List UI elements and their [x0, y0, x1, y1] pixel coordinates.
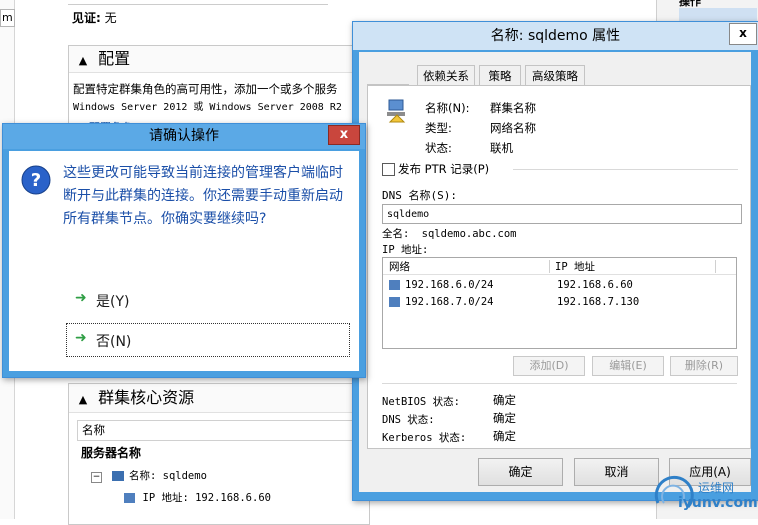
- fqdn-row: 全名: sqldemo.abc.com: [382, 226, 516, 241]
- tree-expand-icon[interactable]: −: [91, 472, 102, 483]
- row-network: 192.168.6.0/24: [405, 279, 494, 291]
- tree-item-name-text: 名称: sqldemo: [129, 470, 207, 482]
- watermark-brand-cn: 运维网: [698, 481, 735, 495]
- ip-resource-icon: [389, 297, 400, 307]
- confirm-dialog-body: ? 这些更改可能导致当前连接的管理客户端临时断开与此群集的连接。你还需要手动重新…: [9, 151, 359, 371]
- tab-policies[interactable]: 策略: [479, 65, 521, 86]
- configure-section: ▲ 配置 配置特定群集角色的高可用性，添加一个或多个服务 Windows Ser…: [68, 45, 370, 127]
- properties-dialog: 名称: sqldemo 属性 x 常规 依赖关系 策略 高级策略 名称(N): …: [352, 21, 758, 501]
- question-icon: ?: [21, 165, 51, 195]
- ok-button[interactable]: 确定: [478, 458, 563, 486]
- network-name-resource-icon: [386, 98, 408, 124]
- yes-option[interactable]: ➜ 是(Y): [67, 287, 349, 313]
- properties-close-button[interactable]: x: [729, 23, 757, 45]
- column-header-network[interactable]: 网络: [389, 259, 410, 274]
- netbios-status-value: 确定: [493, 393, 516, 407]
- row-network: 192.168.7.0/24: [405, 296, 494, 308]
- confirm-dialog-titlebar[interactable]: 请确认操作: [3, 124, 365, 149]
- divider: [513, 169, 738, 170]
- green-arrow-icon: ➜: [75, 290, 87, 306]
- publish-ptr-label: 发布 PTR 记录(P): [398, 162, 490, 176]
- table-row[interactable]: 192.168.6.0/24 192.168.6.60: [385, 277, 730, 293]
- add-ip-button[interactable]: 添加(D): [513, 356, 585, 376]
- row-ip: 192.168.6.60: [557, 279, 633, 291]
- netbios-status-label: NetBIOS 状态:: [382, 396, 460, 408]
- ip-list-header: 网络 IP 地址: [383, 258, 736, 275]
- fqdn-label: 全名:: [382, 228, 410, 240]
- left-pane-tab[interactable]: m: [0, 9, 15, 27]
- dns-name-input[interactable]: [382, 204, 742, 224]
- column-header-name[interactable]: 名称: [77, 420, 372, 441]
- info-label-status: 状态:: [425, 141, 452, 155]
- divider: [382, 383, 737, 384]
- ip-address-list[interactable]: 网络 IP 地址 192.168.6.0/24 192.168.6.60 192…: [382, 257, 737, 349]
- remove-ip-button[interactable]: 删除(R): [670, 356, 738, 376]
- dns-status-value: 确定: [493, 411, 516, 425]
- configure-section-title: 配置: [98, 49, 131, 68]
- svg-text:?: ?: [31, 170, 41, 191]
- info-value-name: 群集名称: [490, 101, 536, 115]
- configure-desc-line1: 配置特定群集角色的高可用性，添加一个或多个服务: [73, 82, 338, 96]
- tree-item-ip-text: IP 地址: 192.168.6.60: [142, 492, 271, 504]
- core-resources-header[interactable]: ▲ 群集核心资源: [69, 384, 369, 413]
- ip-resource-icon: [124, 493, 135, 503]
- tree-item-ip[interactable]: IP 地址: 192.168.6.60: [124, 490, 271, 505]
- watermark-logo: 运维网 iyunv.com: [652, 473, 758, 517]
- column-divider: [549, 260, 550, 273]
- witness-value: 无: [104, 11, 117, 25]
- no-label: 否(N): [96, 334, 132, 350]
- info-label-type: 类型:: [425, 121, 452, 135]
- witness-label: 见证:: [72, 11, 101, 25]
- tab-dependencies[interactable]: 依赖关系: [417, 65, 475, 86]
- actions-pane-selected[interactable]: [679, 8, 757, 22]
- collapse-chevron-icon[interactable]: ▲: [73, 386, 93, 414]
- group-header-server-name: 服务器名称: [81, 446, 142, 460]
- info-value-status: 联机: [490, 141, 513, 155]
- configure-desc-line2: Windows Server 2012 或 Windows Server 200…: [73, 102, 342, 113]
- configure-section-header[interactable]: ▲ 配置: [69, 46, 369, 73]
- confirm-dialog: 请确认操作 x ? 这些更改可能导致当前连接的管理客户端临时断开与此群集的连接。…: [2, 123, 366, 378]
- network-name-icon: [111, 471, 124, 481]
- properties-dialog-title: 名称: sqldemo 属性: [490, 28, 621, 44]
- confirm-message: 这些更改可能导致当前连接的管理客户端临时断开与此群集的连接。你还需要手动重新启动…: [63, 165, 343, 227]
- watermark-brand-en: iyunv.com: [678, 495, 758, 511]
- publish-ptr-checkbox[interactable]: [382, 163, 395, 176]
- core-resources-title: 群集核心资源: [98, 388, 195, 407]
- no-option[interactable]: ➜ 否(N): [66, 323, 350, 357]
- collapse-chevron-icon[interactable]: ▲: [73, 48, 93, 74]
- info-value-type: 网络名称: [490, 121, 536, 135]
- dns-status-label: DNS 状态:: [382, 414, 435, 426]
- ip-address-label: IP 地址:: [382, 244, 429, 256]
- properties-dialog-titlebar[interactable]: 名称: sqldemo 属性: [353, 22, 758, 50]
- ip-resource-icon: [389, 280, 400, 290]
- confirm-dialog-title: 请确认操作: [149, 128, 219, 144]
- green-arrow-icon: ➜: [75, 330, 87, 346]
- general-tab-page: 名称(N): 群集名称 类型: 网络名称 状态: 联机 发布 PTR 记录(P)…: [367, 85, 751, 449]
- info-label-name: 名称(N):: [425, 101, 470, 115]
- column-divider: [715, 260, 716, 273]
- tab-advanced-policies[interactable]: 高级策略: [525, 65, 585, 86]
- witness-row: 见证: 无: [72, 9, 117, 26]
- core-resources-section: ▲ 群集核心资源 名称 服务器名称 − 名称: sqldemo IP 地址: 1…: [68, 383, 372, 525]
- cutoff-top-row: [68, 0, 328, 5]
- tree-item-cluster-name[interactable]: − 名称: sqldemo: [91, 468, 207, 483]
- row-ip: 192.168.7.130: [557, 296, 640, 308]
- fqdn-value: sqldemo.abc.com: [421, 228, 517, 240]
- kerberos-status-value: 确定: [493, 429, 516, 443]
- cancel-button[interactable]: 取消: [574, 458, 659, 486]
- column-header-ip[interactable]: IP 地址: [555, 259, 595, 274]
- edit-ip-button[interactable]: 编辑(E): [592, 356, 664, 376]
- kerberos-status-label: Kerberos 状态:: [382, 432, 467, 444]
- table-row[interactable]: 192.168.7.0/24 192.168.7.130: [385, 294, 730, 310]
- yes-label: 是(Y): [96, 294, 130, 310]
- dns-name-label: DNS 名称(S):: [382, 189, 457, 202]
- confirm-close-button[interactable]: x: [328, 125, 360, 145]
